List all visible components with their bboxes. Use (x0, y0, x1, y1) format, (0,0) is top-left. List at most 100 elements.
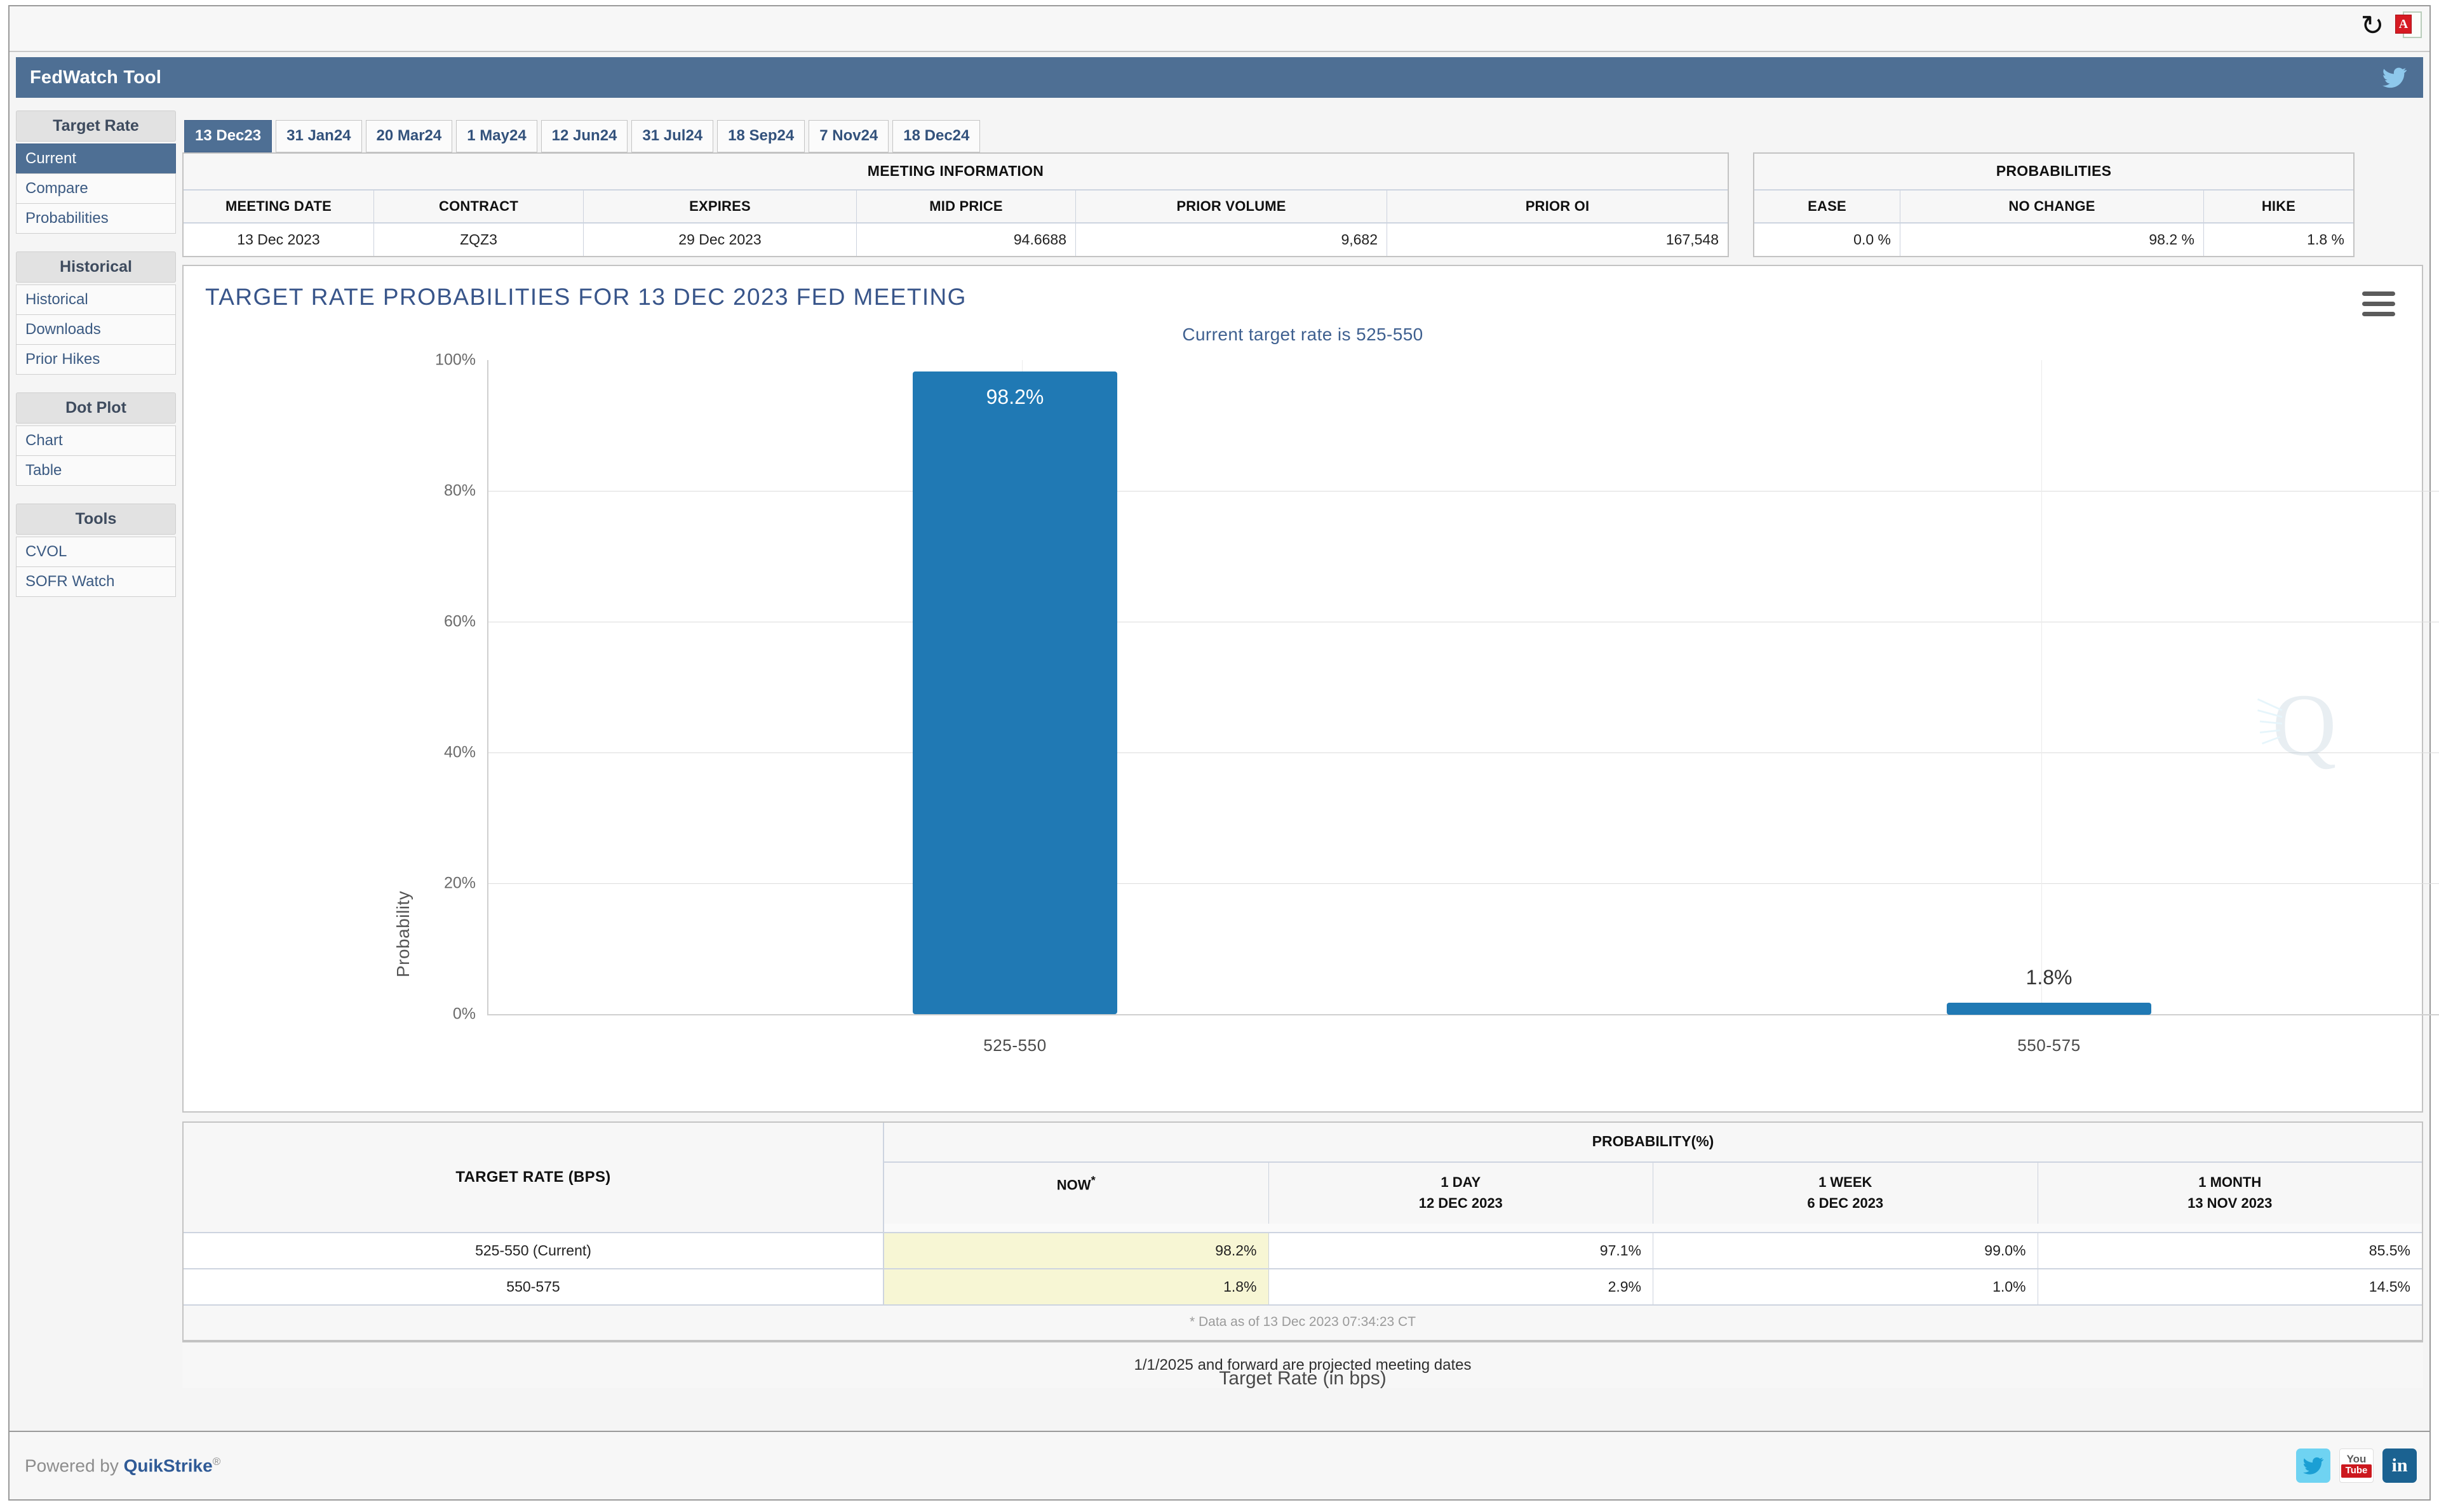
powered-by-brand: QuikStrike (123, 1455, 213, 1476)
col-now-label: NOW (1056, 1177, 1091, 1193)
col-now: NOW* (884, 1163, 1269, 1224)
data-as-of-note: * Data as of 13 Dec 2023 07:34:23 CT (184, 1304, 2422, 1340)
row-0-rate: 525-550 (Current) (184, 1233, 884, 1268)
sidebar-group-target-rate: Target Rate Current Compare Probabilitie… (16, 110, 176, 234)
meeting-information-table: MEETING INFORMATION MEETING DATE CONTRAC… (182, 152, 1729, 257)
tab-20-mar24[interactable]: 20 Mar24 (365, 120, 453, 152)
col-1-day: 1 DAY 12 DEC 2023 (1268, 1163, 1653, 1224)
val-contract: ZQZ3 (374, 224, 584, 256)
row-1-now: 1.8% (884, 1269, 1269, 1304)
probabilities-summary-values: 0.0 % 98.2 % 1.8 % (1754, 224, 2353, 256)
pdf-icon[interactable]: A (2395, 11, 2422, 41)
linkedin-label: in (2391, 1455, 2408, 1476)
sidebar-item-sofr-watch[interactable]: SOFR Watch (16, 566, 176, 597)
app-title-bar: FedWatch Tool (16, 57, 2423, 98)
sidebar-group-tools: Tools CVOL SOFR Watch (16, 504, 176, 597)
twitter-bird-glyph (2302, 1457, 2324, 1475)
x-tick-550-575: 550-575 (2017, 1036, 2081, 1055)
tab-18-dec24[interactable]: 18 Dec24 (892, 120, 981, 152)
sidebar-item-historical[interactable]: Historical (16, 284, 176, 315)
col-1-week-label: 1 WEEK (1818, 1174, 1872, 1190)
bar-label-550-575: 1.8% (2026, 966, 2073, 989)
sidebar-group-header-tools: Tools (16, 504, 176, 535)
sidebar-group-historical: Historical Historical Downloads Prior Hi… (16, 251, 176, 375)
table-row: 550-575 1.8% 2.9% 1.0% 14.5% (184, 1268, 2422, 1304)
col-1-week: 1 WEEK 6 DEC 2023 (1653, 1163, 2038, 1224)
tab-1-may24[interactable]: 1 May24 (456, 120, 537, 152)
col-meeting-date: MEETING DATE (184, 191, 374, 224)
col-now-asterisk: * (1091, 1174, 1096, 1187)
gridline-80 (487, 491, 2439, 492)
sidebar-item-compare[interactable]: Compare (16, 173, 176, 204)
sidebar-item-table[interactable]: Table (16, 455, 176, 486)
sidebar-item-prior-hikes[interactable]: Prior Hikes (16, 344, 176, 375)
chart-x-axis-label: Target Rate (in bps) (1219, 1368, 1387, 1389)
col-1-week-date: 6 DEC 2023 (1807, 1195, 1884, 1211)
twitter-icon[interactable] (2296, 1448, 2330, 1483)
svg-text:Q: Q (2272, 676, 2336, 775)
y-tick-80: 80% (443, 481, 476, 500)
bar-label-525-550: 98.2% (986, 385, 1044, 408)
meeting-information-column-headers: MEETING DATE CONTRACT EXPIRES MID PRICE … (184, 191, 1728, 224)
tab-7-nov24[interactable]: 7 Nov24 (809, 120, 889, 152)
sidebar-item-chart[interactable]: Chart (16, 425, 176, 456)
tab-31-jan24[interactable]: 31 Jan24 (276, 120, 362, 152)
col-1-day-label: 1 DAY (1441, 1174, 1481, 1190)
sidebar-group-header-target-rate: Target Rate (16, 110, 176, 142)
page-footer: Powered by QuikStrike® You Tube in (10, 1431, 2429, 1499)
val-prior-volume: 9,682 (1076, 224, 1387, 256)
youtube-label-top: You (2346, 1453, 2367, 1466)
y-tick-40: 40% (443, 743, 476, 761)
body-layout: Target Rate Current Compare Probabilitie… (10, 98, 2439, 1389)
col-1-month: 1 MONTH 13 NOV 2023 (2038, 1163, 2422, 1224)
val-prior-oi: 167,548 (1387, 224, 1728, 256)
meeting-information-values: 13 Dec 2023 ZQZ3 29 Dec 2023 94.6688 9,6… (184, 224, 1728, 256)
bar-550-575[interactable] (1947, 1003, 2151, 1015)
probability-table-right-header: PROBABILITY(%) NOW* 1 DAY 12 DEC 2023 1 … (884, 1123, 2422, 1232)
sidebar-group-header-historical: Historical (16, 251, 176, 283)
social-links: You Tube in (2296, 1448, 2417, 1483)
sidebar-item-current[interactable]: Current (16, 144, 176, 174)
sidebar-item-probabilities[interactable]: Probabilities (16, 203, 176, 234)
chart-y-axis-line (487, 360, 488, 1015)
top-icons-group: ↻ A (2358, 11, 2422, 41)
col-prior-volume: PRIOR VOLUME (1076, 191, 1387, 224)
sidebar-item-downloads[interactable]: Downloads (16, 314, 176, 345)
col-contract: CONTRACT (374, 191, 584, 224)
top-utility-bar: ↻ A (10, 6, 2429, 52)
val-hike: 1.8 % (2204, 224, 2353, 256)
sidebar-group-dot-plot: Dot Plot Chart Table (16, 392, 176, 486)
row-0-1-month: 85.5% (2038, 1233, 2422, 1268)
col-expires: EXPIRES (584, 191, 857, 224)
application-frame: ↻ A FedWatch Tool Target Rate Current Co… (8, 5, 2439, 1501)
sidebar-group-header-dot-plot: Dot Plot (16, 392, 176, 424)
y-tick-20: 20% (443, 874, 476, 892)
probability-table-group-header: PROBABILITY(%) (884, 1123, 2422, 1163)
chart-y-axis-label: Probability (393, 890, 413, 977)
meeting-information-header: MEETING INFORMATION (184, 154, 1728, 191)
youtube-icon[interactable]: You Tube (2339, 1448, 2374, 1483)
category-divider-2 (2041, 360, 2042, 1014)
tab-13-dec23[interactable]: 13 Dec23 (184, 120, 272, 152)
x-tick-525-550: 525-550 (983, 1036, 1047, 1055)
tab-18-sep24[interactable]: 18 Sep24 (717, 120, 805, 152)
probability-table-header: TARGET RATE (BPS) PROBABILITY(%) NOW* 1 … (184, 1123, 2422, 1232)
col-mid-price: MID PRICE (857, 191, 1076, 224)
meeting-date-tabs: 13 Dec23 31 Jan24 20 Mar24 1 May24 12 Ju… (182, 104, 2423, 152)
probabilities-summary-table: PROBABILITIES EASE NO CHANGE HIKE 0.0 % … (1753, 152, 2355, 257)
bar-525-550[interactable] (913, 371, 1117, 1014)
sidebar-item-cvol[interactable]: CVOL (16, 537, 176, 567)
linkedin-icon[interactable]: in (2382, 1448, 2417, 1483)
pdf-badge: A (2395, 15, 2412, 34)
tab-12-jun24[interactable]: 12 Jun24 (541, 120, 628, 152)
col-prior-oi: PRIOR OI (1387, 191, 1728, 224)
app-title: FedWatch Tool (30, 67, 162, 88)
twitter-icon[interactable] (2380, 65, 2409, 90)
tab-31-jul24[interactable]: 31 Jul24 (631, 120, 714, 152)
y-tick-0: 0% (452, 1005, 476, 1023)
col-1-month-date: 13 NOV 2023 (2187, 1195, 2273, 1211)
refresh-icon[interactable]: ↻ (2358, 12, 2386, 40)
chart-plot-area: Probability 100% 80% 60% 40% 20% 0% 98.2… (184, 266, 2439, 1389)
col-ease: EASE (1754, 191, 1900, 224)
youtube-label-bottom: Tube (2341, 1464, 2372, 1478)
